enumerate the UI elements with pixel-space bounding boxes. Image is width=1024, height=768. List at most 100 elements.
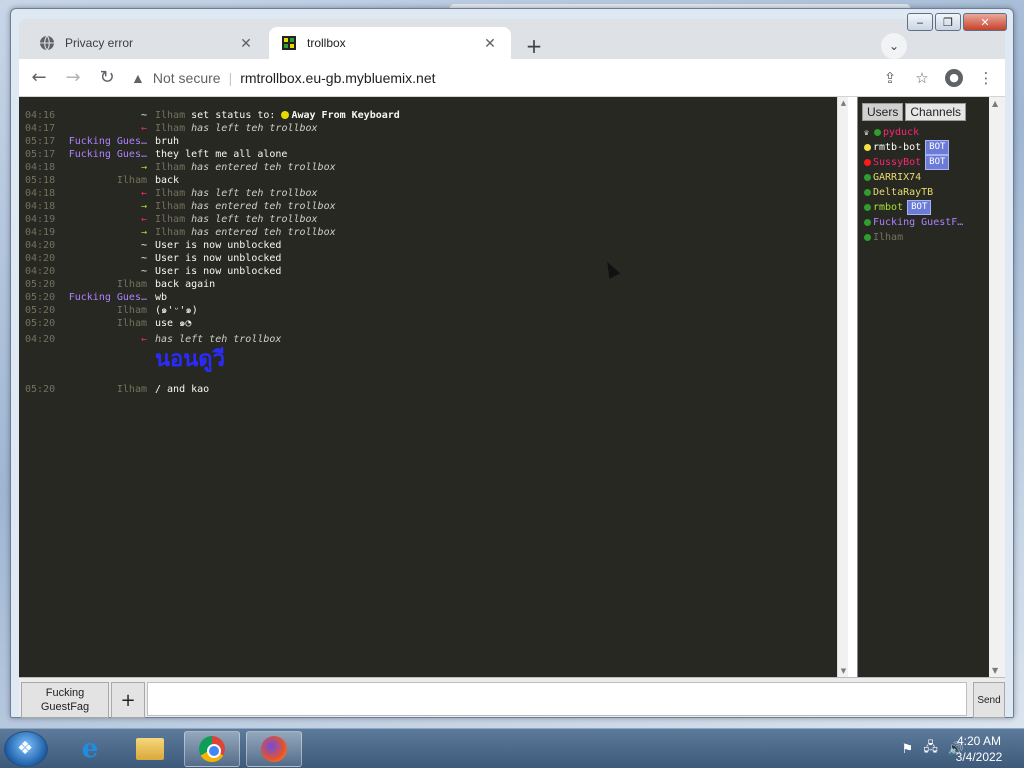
maximize-button[interactable]: ❐ xyxy=(935,13,961,31)
firefox-taskbar-button[interactable] xyxy=(246,731,302,767)
minimize-button[interactable]: ‒ xyxy=(907,13,933,31)
address-bar[interactable]: ▲ Not secure | rmtrollbox.eu-gb.mybluemi… xyxy=(131,64,851,92)
close-window-button[interactable]: ✕ xyxy=(963,13,1007,31)
message-nick[interactable]: ← xyxy=(57,122,147,135)
message-nick[interactable]: → xyxy=(57,200,147,213)
user-list-item[interactable]: Fucking GuestF… xyxy=(864,215,963,230)
chat-message-row: 04:20 ~ User is now unblocked xyxy=(19,252,837,265)
message-nick[interactable]: Fucking Gues… xyxy=(57,291,147,304)
status-dot-icon xyxy=(864,234,871,241)
message-time: 04:18 xyxy=(25,188,56,199)
message-nick[interactable]: → xyxy=(57,226,147,239)
user-list-item[interactable]: DeltaRayTB xyxy=(864,185,963,200)
message-nick[interactable]: → xyxy=(57,161,147,174)
message-part: Ilham xyxy=(155,227,186,238)
new-tab-button[interactable]: + xyxy=(521,33,547,59)
message-time: 05:20 xyxy=(25,305,56,316)
tab-channels[interactable]: Channels xyxy=(905,103,967,121)
tab-title: trollbox xyxy=(307,36,346,50)
message-nick[interactable]: ← xyxy=(57,213,147,226)
nickname-button[interactable]: Fucking GuestFag xyxy=(21,682,109,718)
message-nick[interactable]: ~ xyxy=(57,252,147,265)
file-explorer-icon[interactable] xyxy=(122,731,178,767)
chat-message-row: 04:18 ← Ilham has left teh trollbox xyxy=(19,187,837,200)
tab-search-chevron-icon[interactable]: ⌄ xyxy=(881,33,907,59)
status-dot-icon xyxy=(864,159,871,166)
scroll-down-arrow-icon[interactable]: ▼ xyxy=(838,665,849,677)
chrome-taskbar-button[interactable] xyxy=(184,731,240,767)
share-icon[interactable]: ⇪ xyxy=(877,65,903,91)
clock[interactable]: 4:20 AM 3/4/2022 xyxy=(944,733,1014,765)
scroll-up-arrow-icon[interactable]: ▲ xyxy=(992,99,998,108)
tab-privacy-error[interactable]: Privacy error ✕ xyxy=(27,27,267,59)
message-nick[interactable]: Fucking Gues… xyxy=(57,148,147,161)
user-name: rmbot xyxy=(873,202,904,213)
message-part: use ๑◔ xyxy=(155,318,192,329)
chrome-icon xyxy=(199,736,225,762)
close-tab-icon[interactable]: ✕ xyxy=(481,34,499,52)
user-name: DeltaRayTB xyxy=(873,187,934,198)
message-text: back xyxy=(155,174,179,187)
back-arrow-icon[interactable]: ← xyxy=(25,64,53,92)
profile-icon[interactable]: ● xyxy=(941,65,967,91)
message-part: User is now unblocked xyxy=(155,240,282,251)
forward-arrow-icon[interactable]: → xyxy=(59,64,87,92)
bookmark-star-icon[interactable]: ☆ xyxy=(909,65,935,91)
user-list-item[interactable]: rmbot BOT xyxy=(864,200,963,215)
user-list-item[interactable]: SussyBot BOT xyxy=(864,155,963,170)
warning-triangle-icon[interactable]: ▲ xyxy=(131,70,145,86)
tab-users[interactable]: Users xyxy=(862,103,904,121)
chat-message-row: 05:20 Fucking Gues… wb xyxy=(19,291,837,304)
message-nick[interactable]: ~ xyxy=(57,239,147,252)
message-nick[interactable]: Ilham xyxy=(57,304,147,317)
scroll-down-arrow-icon[interactable]: ▼ xyxy=(992,666,998,675)
user-list-item[interactable]: Ilham xyxy=(864,230,963,245)
close-tab-icon[interactable]: ✕ xyxy=(237,34,255,52)
message-part: they left me all alone xyxy=(155,149,288,160)
chat-message-row: 04:18 → Ilham has entered teh trollbox xyxy=(19,200,837,213)
message-input[interactable] xyxy=(147,682,967,716)
message-nick[interactable]: Ilham xyxy=(57,174,147,187)
scroll-up-arrow-icon[interactable]: ▲ xyxy=(838,97,849,109)
add-button[interactable]: + xyxy=(111,682,145,718)
flag-icon[interactable]: ⚑ xyxy=(902,742,914,757)
message-time: 05:17 xyxy=(25,136,56,147)
message-nick[interactable]: ~ xyxy=(57,265,147,278)
browser-window: ‒ ❐ ✕ Privacy error ✕ trollbox ✕ + ⌄ ← →… xyxy=(10,8,1014,718)
start-button[interactable] xyxy=(4,731,48,767)
message-part: Ilham xyxy=(155,201,186,212)
message-nick[interactable]: Fucking Gues… xyxy=(57,135,147,148)
message-nick[interactable]: Ilham xyxy=(57,317,147,330)
url-text[interactable]: rmtrollbox.eu-gb.mybluemix.net xyxy=(240,70,435,86)
message-time: 05:17 xyxy=(25,149,56,160)
tab-trollbox[interactable]: trollbox ✕ xyxy=(269,27,511,59)
internet-explorer-icon[interactable]: e xyxy=(62,731,118,767)
address-separator: | xyxy=(228,69,233,86)
user-list-item[interactable]: ♛ pyduck xyxy=(864,125,963,140)
message-text: User is now unblocked xyxy=(155,239,281,252)
message-part: has entered teh trollbox xyxy=(185,201,336,212)
message-time: 05:20 xyxy=(25,279,56,290)
send-button[interactable]: Send xyxy=(973,682,1005,718)
users-scrollbar[interactable]: ▲ ▼ xyxy=(989,97,1005,677)
chat-message-row: 04:18 → Ilham has entered teh trollbox xyxy=(19,161,837,174)
nickname-line: Fucking xyxy=(45,687,85,699)
network-icon[interactable]: 🖧 xyxy=(923,738,938,760)
message-nick[interactable]: ~ xyxy=(57,109,147,122)
user-name: rmtb-bot xyxy=(873,142,922,153)
kebab-menu-icon[interactable]: ⋮ xyxy=(973,65,999,91)
user-list-item[interactable]: GARRIX74 xyxy=(864,170,963,185)
message-nick[interactable]: ← xyxy=(57,187,147,200)
chat-scrollbar[interactable]: ▲ ▼ xyxy=(837,97,848,677)
message-nick[interactable]: Ilham xyxy=(57,278,147,291)
chat-message-row: 04:19 → Ilham has entered teh trollbox xyxy=(19,226,837,239)
security-label[interactable]: Not secure xyxy=(153,70,221,86)
message-nick[interactable]: Ilham xyxy=(57,383,147,396)
user-list-item[interactable]: rmtb-bot BOT xyxy=(864,140,963,155)
status-dot-icon xyxy=(864,204,871,211)
reload-icon[interactable]: ↻ xyxy=(93,64,121,92)
chat-log[interactable]: นอนดูวี 05:20 Ilham / and kao 04:16 ~ Ilha… xyxy=(19,97,837,677)
message-nick[interactable]: ← xyxy=(57,333,147,346)
chat-message-row: 05:20 Ilham (๑'ᵕ'๑) xyxy=(19,304,837,317)
chat-message-row: 04:20 ← has left teh trollbox xyxy=(19,333,837,346)
